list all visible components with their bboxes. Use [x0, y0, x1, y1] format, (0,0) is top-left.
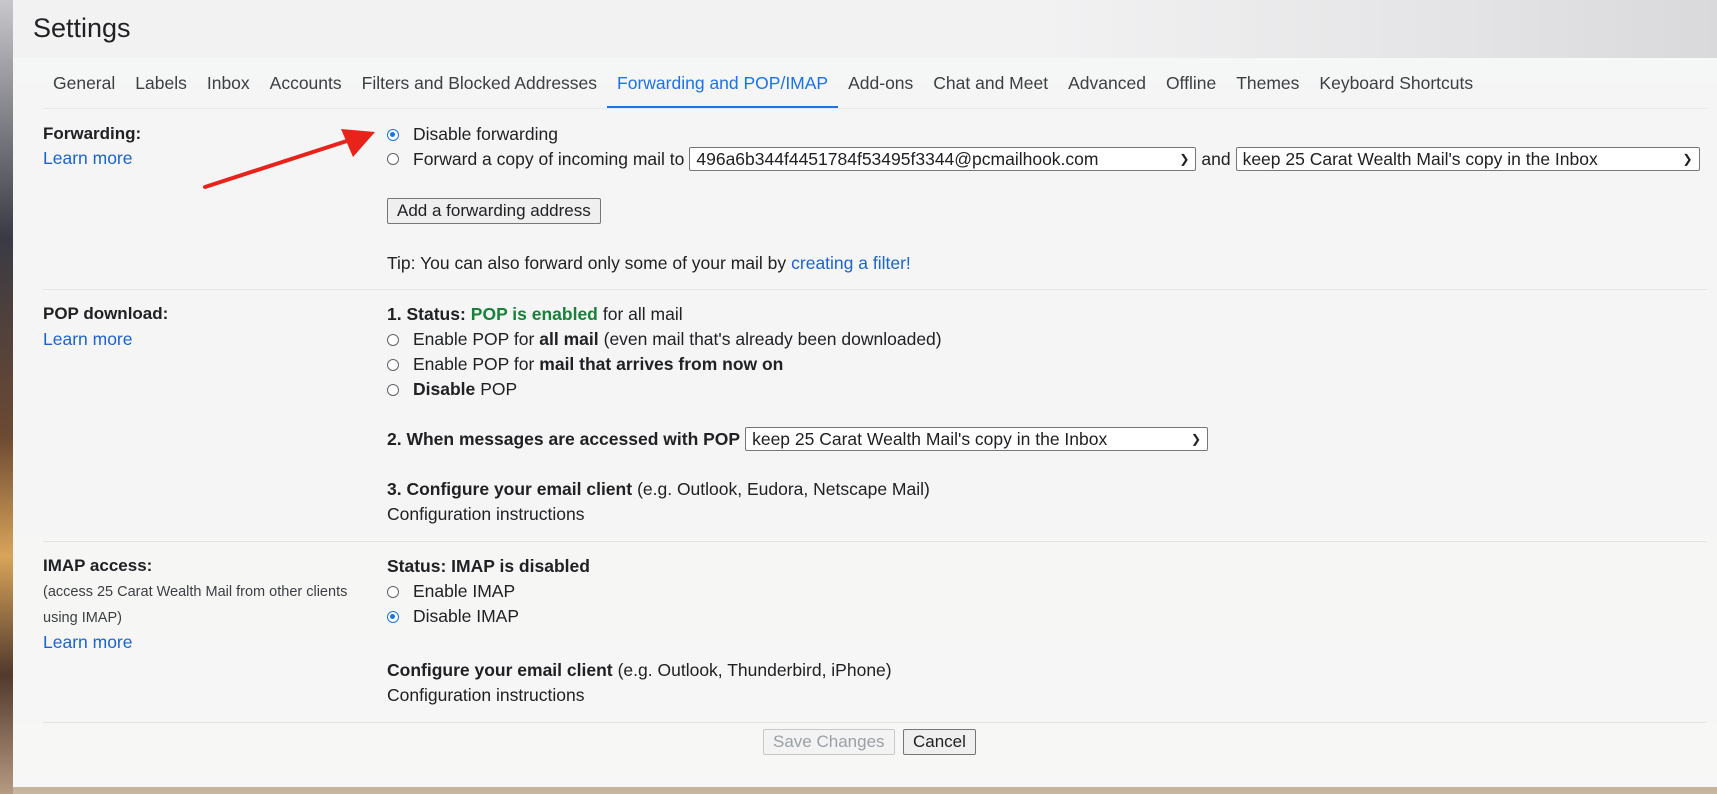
- pop-option-label: Enable POP for: [413, 329, 535, 349]
- page-title: Settings: [33, 13, 131, 43]
- forwarding-copy-action-value: keep 25 Carat Wealth Mail's copy in the …: [1242, 148, 1598, 169]
- imap-learn-more-link[interactable]: Learn more: [43, 632, 133, 653]
- disable-forwarding-label: Disable forwarding: [413, 124, 558, 144]
- imap-enable-option[interactable]: Enable IMAP: [387, 581, 515, 602]
- forwarding-label: Forwarding:: [43, 124, 142, 143]
- pop-from-now-radio[interactable]: [387, 358, 399, 371]
- tabs-divider: [43, 108, 1707, 109]
- forwarding-copy-action-select[interactable]: keep 25 Carat Wealth Mail's copy in the …: [1235, 147, 1700, 171]
- section-divider: [43, 289, 1707, 290]
- chevron-down-icon: ❯: [1191, 432, 1202, 446]
- pop-when-accessed-select[interactable]: keep 25 Carat Wealth Mail's copy in the …: [745, 427, 1209, 451]
- forwarding-tip: Tip: You can also forward only some of y…: [387, 253, 911, 274]
- settings-header: Settings: [13, 0, 1717, 58]
- pop-when-label: 2. When messages are accessed with POP: [387, 428, 741, 449]
- pop-option-suffix: POP: [480, 379, 518, 399]
- imap-status: Status: IMAP is disabled: [387, 556, 590, 576]
- imap-access-subtext: (access 25 Carat Wealth Mail from other …: [43, 584, 348, 626]
- tab-inbox[interactable]: Inbox: [197, 59, 260, 108]
- forwarding-address-select[interactable]: 496a6b344f4451784f53495f3344@pcmailhook.…: [689, 147, 1197, 171]
- pop-option-from-now-on[interactable]: Enable POP for mail that arrives from no…: [387, 354, 783, 375]
- imap-disable-radio[interactable]: [387, 610, 399, 623]
- pop-learn-more-link[interactable]: Learn more: [43, 329, 133, 350]
- pop-status-prefix: 1. Status:: [387, 304, 466, 324]
- forwarding-learn-more-link[interactable]: Learn more: [43, 148, 133, 169]
- disable-forwarding-option[interactable]: Disable forwarding: [387, 124, 558, 145]
- forward-copy-option: Forward a copy of incoming mail to 496a6…: [387, 147, 1700, 171]
- pop-when-accessed: 2. When messages are accessed with POP k…: [387, 427, 1209, 451]
- pop-when-accessed-value: keep 25 Carat Wealth Mail's copy in the …: [752, 428, 1108, 449]
- imap-access-label: IMAP access:: [43, 556, 153, 575]
- pop-disable-radio[interactable]: [387, 383, 399, 396]
- pop-all-mail-radio[interactable]: [387, 333, 399, 346]
- tab-offline[interactable]: Offline: [1156, 59, 1226, 108]
- pop-option-bold: all mail: [539, 329, 599, 349]
- tab-add-ons[interactable]: Add-ons: [838, 59, 923, 108]
- annotation-arrow-icon: [203, 129, 375, 189]
- imap-configuration-instructions-link[interactable]: Configuration instructions: [387, 685, 584, 706]
- imap-enable-label: Enable IMAP: [413, 581, 516, 601]
- add-forwarding-address-button[interactable]: Add a forwarding address: [387, 198, 601, 224]
- pop-status-value: POP is enabled: [470, 304, 598, 324]
- tab-forwarding-pop-imap[interactable]: Forwarding and POP/IMAP: [607, 59, 839, 109]
- section-divider: [43, 722, 1707, 723]
- pop-option-bold: mail that arrives from now on: [539, 354, 784, 374]
- tab-accounts[interactable]: Accounts: [260, 59, 352, 108]
- imap-configure-client: Configure your email client (e.g. Outloo…: [387, 660, 892, 681]
- forwarding-address-value: 496a6b344f4451784f53495f3344@pcmailhook.…: [696, 148, 1099, 169]
- creating-filter-link[interactable]: creating a filter!: [791, 253, 911, 274]
- chevron-down-icon: ❯: [1179, 152, 1190, 166]
- tab-labels[interactable]: Labels: [125, 59, 197, 108]
- imap-disable-label: Disable IMAP: [413, 606, 520, 626]
- tab-filters[interactable]: Filters and Blocked Addresses: [352, 59, 607, 108]
- tab-themes[interactable]: Themes: [1226, 59, 1309, 108]
- tab-general[interactable]: General: [43, 59, 125, 108]
- pop-status-suffix: for all mail: [602, 304, 683, 324]
- pop-download-label: POP download:: [43, 304, 169, 323]
- chevron-down-icon: ❯: [1682, 152, 1693, 166]
- and-text: and: [1201, 148, 1231, 169]
- cancel-button[interactable]: Cancel: [903, 729, 976, 755]
- imap-enable-radio[interactable]: [387, 585, 399, 598]
- section-divider: [43, 541, 1707, 542]
- save-changes-button[interactable]: Save Changes: [763, 729, 895, 755]
- imap-configure-suffix: (e.g. Outlook, Thunderbird, iPhone): [617, 660, 892, 680]
- pop-option-all-mail[interactable]: Enable POP for all mail (even mail that'…: [387, 329, 942, 350]
- imap-disable-option[interactable]: Disable IMAP: [387, 606, 519, 627]
- pop-configure-bold: 3. Configure your email client: [387, 479, 633, 499]
- tab-chat-and-meet[interactable]: Chat and Meet: [923, 59, 1058, 108]
- tab-advanced[interactable]: Advanced: [1058, 59, 1156, 108]
- pop-option-bold: Disable: [413, 379, 476, 399]
- background-photo-edge: [0, 0, 13, 794]
- pop-status: 1. Status: POP is enabled for all mail: [387, 304, 683, 325]
- tab-keyboard-shortcuts[interactable]: Keyboard Shortcuts: [1309, 59, 1483, 108]
- settings-panel: Settings General Labels Inbox Accounts F…: [13, 0, 1717, 787]
- forwarding-tip-text: Tip: You can also forward only some of y…: [387, 253, 787, 273]
- pop-configure-client: 3. Configure your email client (e.g. Out…: [387, 479, 930, 500]
- pop-option-suffix: (even mail that's already been downloade…: [603, 329, 942, 349]
- pop-option-disable[interactable]: Disable POP: [387, 379, 517, 400]
- pop-option-label: Enable POP for: [413, 354, 535, 374]
- pop-configuration-instructions-link[interactable]: Configuration instructions: [387, 504, 584, 525]
- settings-tabs: General Labels Inbox Accounts Filters an…: [43, 59, 1483, 109]
- forward-copy-radio[interactable]: [387, 153, 399, 165]
- disable-forwarding-radio[interactable]: [387, 128, 399, 141]
- imap-configure-bold: Configure your email client: [387, 660, 613, 680]
- pop-configure-suffix: (e.g. Outlook, Eudora, Netscape Mail): [637, 479, 930, 499]
- forward-copy-label: Forward a copy of incoming mail to: [413, 148, 685, 169]
